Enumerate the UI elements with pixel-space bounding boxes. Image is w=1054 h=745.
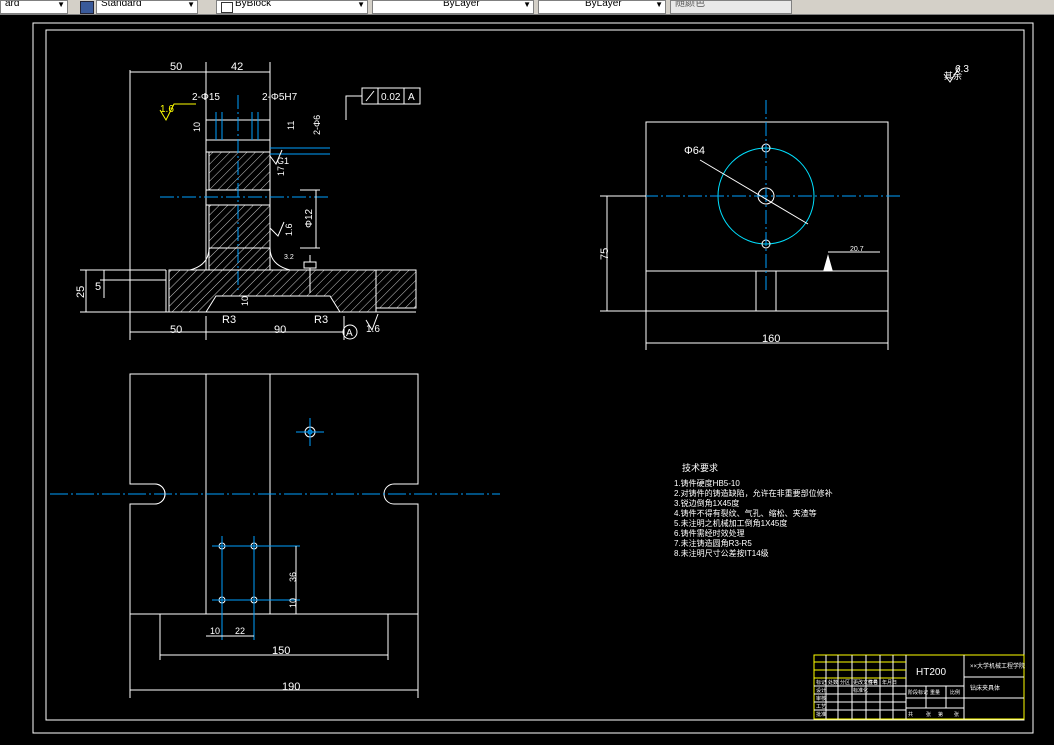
chevron-down-icon[interactable]: ▼	[523, 1, 531, 10]
plotstyle-combo[interactable]: 随颜色	[670, 0, 792, 14]
middle-section	[208, 204, 271, 249]
tb-label: 张	[926, 711, 931, 718]
company-label: ××大学机械工程学院	[970, 662, 1025, 670]
cad-drawing[interactable]: 50 42 50 90 25 5 2-Φ15 2-Φ5H7 2-Φ6 Φ12 R…	[0, 15, 1054, 740]
note-item: 8.未注明尺寸公差按IT14级	[674, 548, 769, 558]
dim-10-a: 10	[240, 296, 250, 306]
outer-border	[32, 22, 1034, 734]
linetype-combo[interactable]: ByLayer ▼	[372, 0, 534, 14]
dim-2-phi6: 2-Φ6	[312, 115, 322, 135]
tb-label: 设计	[816, 687, 826, 694]
plan-dimension-labels: 150 190 36 10 10 22	[210, 572, 300, 693]
dim-20-7: 20.7	[850, 246, 864, 253]
dim-10-vert: 10	[288, 598, 298, 608]
dim-11: 11	[286, 121, 296, 130]
layer-value: ByBlock	[235, 0, 272, 9]
dim-2-phi5h7: 2-Φ5H7	[262, 92, 298, 103]
side-dimension-labels: Φ64 75 160 20.7 其余 6.3	[599, 64, 969, 345]
text-style-combo[interactable]: ard ▼	[0, 0, 68, 14]
dim-17: 17	[276, 166, 286, 176]
technical-notes: 技术要求 1.铸件硬度HB5-10 2.对铸件的铸造缺陷，允许在非重要部位修补 …	[674, 462, 833, 558]
dim-36: 36	[288, 572, 298, 582]
dim-2-phi15: 2-Φ15	[192, 92, 220, 103]
roughness-rest-6-3: 6.3	[955, 64, 969, 75]
dim-style-combo[interactable]: Standard ▼	[96, 0, 198, 14]
front-section-view[interactable]	[80, 62, 961, 340]
note-item: 4.铸件不得有裂纹、气孔、缩松、夹渣等	[674, 508, 817, 518]
dim-190: 190	[282, 681, 300, 693]
lineweight-combo[interactable]: ByLayer ▼	[538, 0, 666, 14]
dim-10-b: 10	[192, 122, 202, 132]
chevron-down-icon[interactable]: ▼	[187, 1, 195, 10]
tb-label: 批准	[816, 711, 826, 718]
tb-label: 重量	[930, 689, 940, 696]
tb-label: 共	[908, 711, 913, 718]
tb-label: 阶段标记	[908, 689, 928, 696]
dim-phi64: Φ64	[684, 145, 705, 157]
drawing-canvas[interactable]: 50 42 50 90 25 5 2-Φ15 2-Φ5H7 2-Φ6 Φ12 R…	[0, 15, 1054, 740]
plotstyle-value: 随颜色	[675, 0, 705, 9]
chevron-down-icon[interactable]: ▼	[57, 1, 65, 10]
dim-160: 160	[762, 333, 780, 345]
dimstyle-icon[interactable]	[80, 1, 94, 14]
text-style-value: ard	[5, 0, 20, 9]
dim-phi12: Φ12	[304, 208, 315, 228]
tolerance-datum: A	[408, 92, 415, 103]
base-section	[168, 269, 417, 313]
dim-5-left: 5	[95, 281, 101, 293]
color-swatch-icon	[221, 2, 233, 13]
dim-style-value: Standard	[101, 0, 142, 9]
dim-22: 22	[235, 626, 245, 636]
roughness-3-2: 3.2	[284, 254, 294, 261]
roughness-1-6-b: 1.6	[284, 223, 294, 236]
roughness-g1: G1	[277, 156, 289, 166]
note-item: 5.未注明之机械加工倒角1X45度	[674, 518, 787, 528]
tb-label: 第	[938, 711, 943, 718]
note-item: 3.锐边倒角1X45度	[674, 498, 739, 508]
dim-10-horiz: 10	[210, 626, 220, 636]
dim-50-bottom: 50	[170, 324, 182, 336]
datum-a-label: A	[346, 328, 353, 339]
side-view[interactable]	[600, 100, 900, 350]
dim-r3-right: R3	[314, 314, 328, 326]
note-item: 6.铸件需经时效处理	[674, 528, 745, 538]
notes-title: 技术要求	[682, 462, 718, 473]
roughness-1-6-a: 1.6	[160, 104, 174, 115]
dim-150: 150	[272, 645, 290, 657]
chevron-down-icon[interactable]: ▼	[357, 1, 365, 10]
tolerance-value: 0.02	[381, 92, 401, 103]
tb-label: 标记	[816, 679, 826, 686]
part-name-label: 钻床夹具体	[970, 684, 1000, 692]
inner-border	[45, 29, 1025, 721]
tb-label: 标准化	[853, 687, 868, 694]
note-item: 2.对铸件的铸造缺陷，允许在非重要部位修补	[674, 488, 833, 498]
lineweight-value: ByLayer	[585, 0, 622, 9]
tb-label: 签名	[868, 679, 878, 686]
roughness-1-6-c: 1.6	[366, 324, 380, 335]
dim-25-left: 25	[75, 286, 87, 298]
dim-50-top: 50	[170, 61, 182, 73]
properties-toolbar: ard ▼ Standard ▼ ByBlock ▼ ByLayer ▼ ByL…	[0, 0, 1054, 15]
tb-label: 工艺	[816, 704, 826, 710]
material-label: HT200	[916, 667, 946, 678]
dim-r3-left: R3	[222, 314, 236, 326]
tb-label: 张	[954, 711, 959, 718]
tb-label: 审核	[816, 695, 826, 702]
tb-label: 分区	[840, 679, 850, 686]
layer-combo[interactable]: ByBlock ▼	[216, 0, 368, 14]
linetype-value: ByLayer	[443, 0, 480, 9]
neck-section	[208, 247, 271, 271]
tb-label: 处数	[828, 679, 838, 686]
chevron-down-icon[interactable]: ▼	[655, 1, 663, 10]
dim-90-bottom: 90	[274, 324, 286, 336]
note-item: 7.未注铸造圆角R3-R5	[674, 538, 752, 548]
tb-label: 比例	[950, 689, 960, 696]
upper-section	[208, 151, 271, 191]
dim-42-top: 42	[231, 61, 243, 73]
tb-label: 年月日	[882, 679, 897, 686]
dim-75: 75	[599, 248, 611, 260]
note-item: 1.铸件硬度HB5-10	[674, 478, 740, 488]
